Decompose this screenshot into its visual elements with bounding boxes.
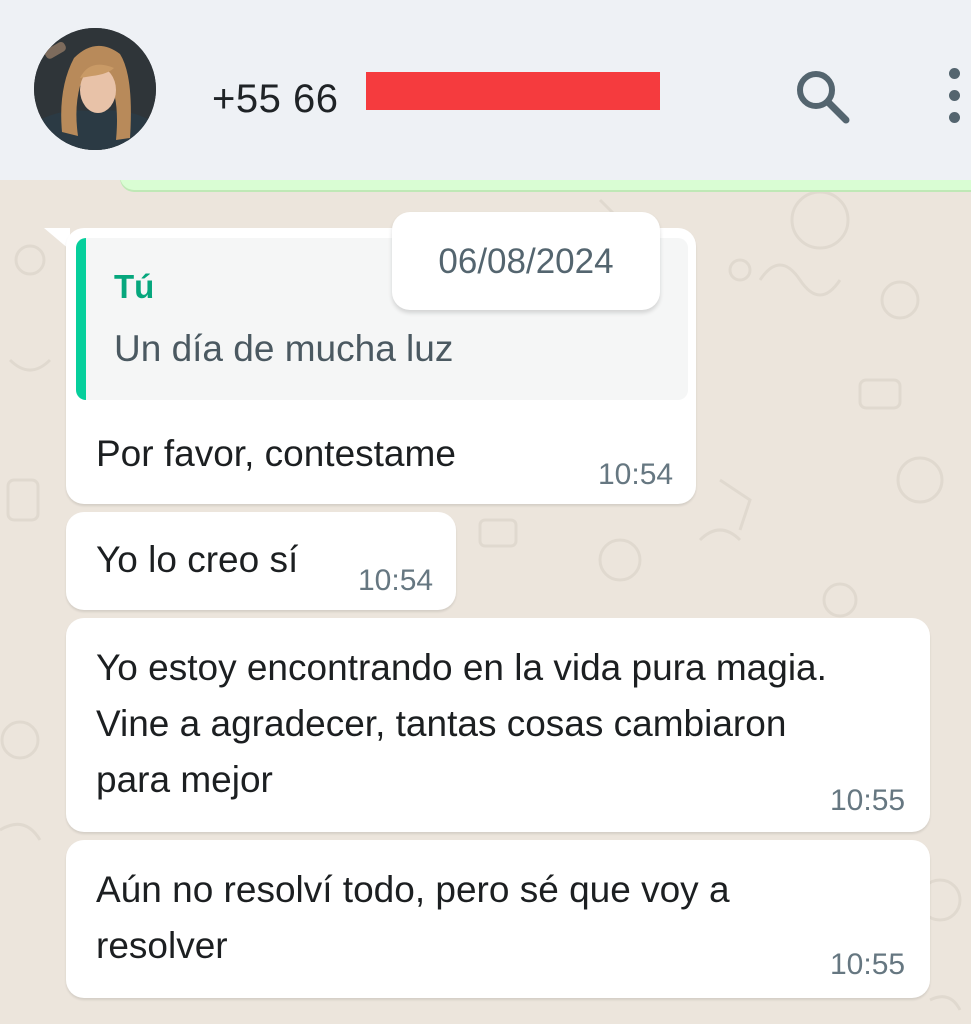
message-text-line: resolver xyxy=(96,925,228,966)
message-bubble[interactable]: Yo lo creo sí 10:54 xyxy=(66,512,456,610)
message-text-line: para mejor xyxy=(96,759,273,800)
avatar-photo xyxy=(34,28,156,150)
menu-dot xyxy=(949,68,960,79)
quoted-author: Tú xyxy=(114,268,155,305)
message-time: 10:54 xyxy=(598,458,674,491)
quoted-text: Un día de mucha luz xyxy=(114,328,454,369)
message-time: 10:55 xyxy=(830,784,906,817)
message-text-line: Yo estoy encontrando en la vida pura mag… xyxy=(96,647,827,688)
menu-dot xyxy=(949,90,960,101)
message-bubble[interactable]: Yo estoy encontrando en la vida pura mag… xyxy=(66,618,930,832)
chat-header: +55 66 xyxy=(0,0,971,180)
message-text-line: Aún no resolví todo, pero sé que voy a xyxy=(96,869,730,910)
message-text: Por favor, contestame xyxy=(96,433,456,474)
message-text: Yo lo creo sí xyxy=(96,539,299,580)
more-vertical-icon[interactable] xyxy=(938,66,971,126)
contact-avatar[interactable] xyxy=(34,28,156,150)
redaction-bar xyxy=(366,72,660,110)
message-time: 10:54 xyxy=(358,564,434,597)
previous-outgoing-bubble-edge xyxy=(120,180,971,190)
search-icon[interactable] xyxy=(790,64,854,128)
date-separator: 06/08/2024 xyxy=(392,212,660,310)
menu-dot xyxy=(949,112,960,123)
contact-name[interactable]: +55 66 xyxy=(212,76,338,122)
date-text: 06/08/2024 xyxy=(438,242,614,281)
message-bubble[interactable]: Aún no resolví todo, pero sé que voy a r… xyxy=(66,840,930,998)
quote-accent-bar xyxy=(76,238,86,400)
message-text-line: Vine a agradecer, tantas cosas cambiaron xyxy=(96,703,787,744)
message-time: 10:55 xyxy=(830,948,906,981)
